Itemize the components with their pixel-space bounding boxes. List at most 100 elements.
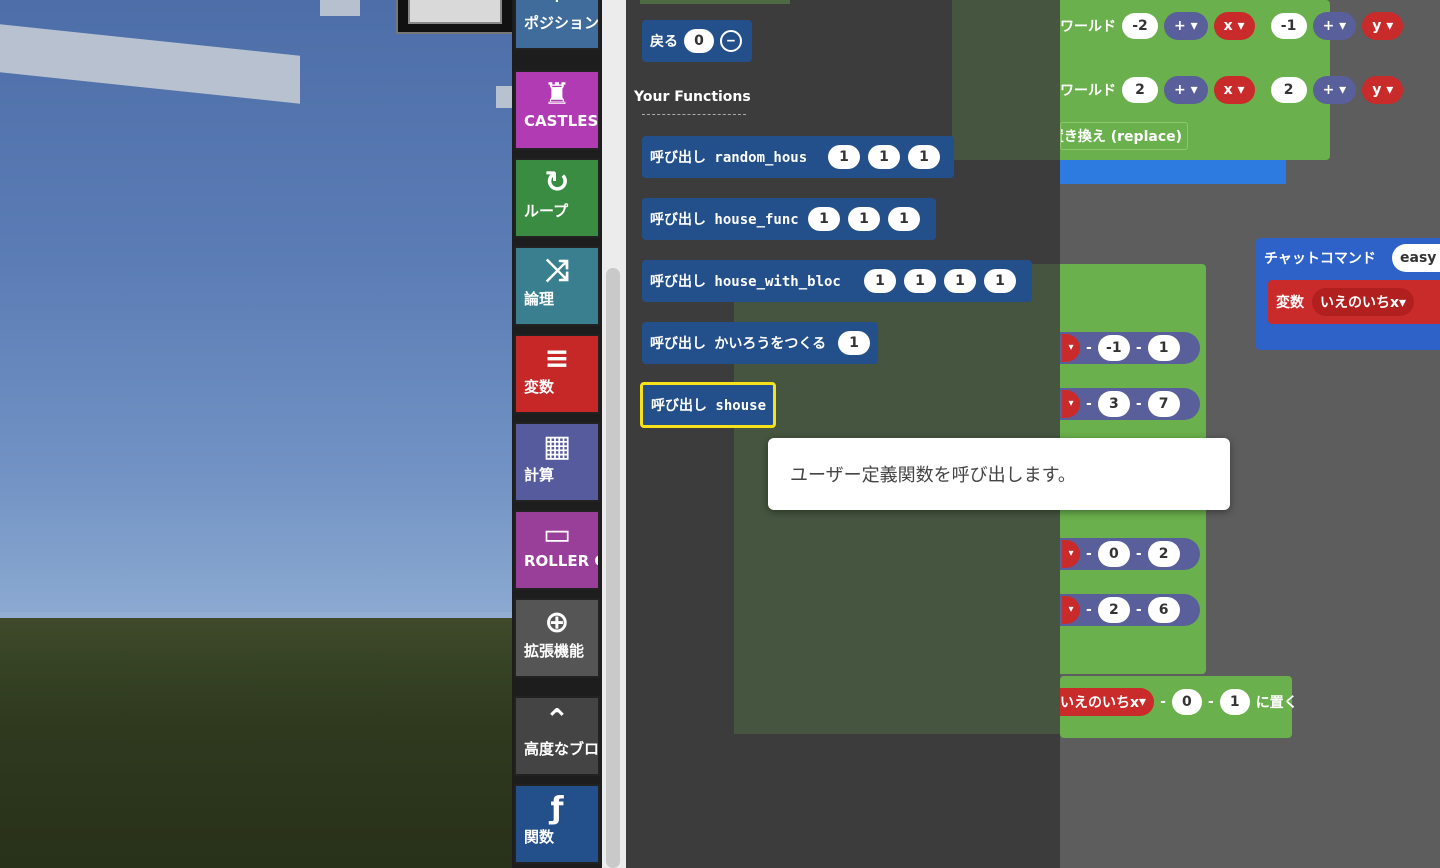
argument-input[interactable]: 1 bbox=[908, 145, 940, 169]
category-label: ROLLER C bbox=[524, 552, 600, 570]
ticket-icon: ▭ bbox=[542, 517, 572, 552]
call-function-block[interactable]: 呼び出し house_with_bloc 1 1 1 1 bbox=[642, 260, 1032, 302]
section-title: Your Functions bbox=[634, 89, 751, 105]
grass-ground bbox=[0, 618, 512, 868]
argument-input[interactable]: 1 bbox=[984, 269, 1016, 293]
mode-dropdown[interactable]: モード 置き換え (replace) bbox=[1060, 122, 1188, 150]
operator-dropdown[interactable]: + ▾ bbox=[1312, 76, 1357, 104]
workspace-canvas[interactable]: ワールド -2 + ▾ x ▾ -1 + ▾ y ▾ ワールド 2 + ▾ x … bbox=[940, 0, 1440, 868]
block-flyout bbox=[626, 0, 1060, 868]
category-5[interactable]: ▦ 計算 bbox=[514, 422, 600, 502]
var-dropdown[interactable]: いえのいちx ▾ bbox=[1050, 688, 1155, 716]
category-3[interactable]: ⤨ 論理 bbox=[514, 246, 600, 326]
argument-input[interactable]: 1 bbox=[888, 207, 920, 231]
category-1[interactable]: ♜ CASTLES bbox=[514, 70, 600, 150]
number-input[interactable]: -1 bbox=[1270, 13, 1307, 39]
category-label: ループ bbox=[524, 202, 569, 220]
number-input[interactable]: 3 bbox=[1097, 391, 1130, 417]
cloud bbox=[320, 0, 360, 16]
category-label: ポジション bbox=[524, 14, 600, 32]
position-row[interactable]: ▾ -2-6 bbox=[1060, 594, 1200, 626]
argument-input[interactable]: 1 bbox=[868, 145, 900, 169]
variable-dropdown[interactable]: いえのいちx▾ bbox=[1312, 288, 1415, 316]
var-dropdown[interactable]: y ▾ bbox=[1362, 12, 1404, 40]
position-row[interactable]: ▾ -0-2 bbox=[1060, 538, 1200, 570]
position-row[interactable]: ▾ -3-7 bbox=[1060, 388, 1200, 420]
category-toolbar: ⌖ ポジション ♜CASTLES ↻ ループ ⤨ 論理 ≡ 変数 ▦ 計算 ▭ROLLER C ⊕ 拡張機… bbox=[512, 0, 602, 868]
argument-input[interactable]: 1 bbox=[864, 269, 896, 293]
operator-dropdown[interactable]: + ▾ bbox=[1164, 76, 1208, 104]
calculator-icon: ▦ bbox=[542, 429, 572, 464]
world-label: ワールド bbox=[1060, 19, 1116, 35]
call-function-block[interactable]: 呼び出し random_hous 1 1 1 bbox=[642, 136, 954, 178]
category-label: 論理 bbox=[524, 290, 555, 308]
number-input[interactable]: 2 bbox=[1270, 77, 1307, 103]
number-input[interactable]: 2 bbox=[1122, 77, 1158, 103]
dropdown-caret[interactable]: ▾ bbox=[1062, 390, 1080, 418]
argument-input[interactable]: 1 bbox=[838, 331, 870, 355]
scrollbar-thumb[interactable] bbox=[606, 268, 620, 868]
category-label: 計算 bbox=[524, 466, 555, 484]
list-icon: ≡ bbox=[544, 341, 570, 376]
category-7[interactable]: ⊕ 拡張機能 bbox=[514, 598, 600, 678]
return-block[interactable]: 戻る 0 − bbox=[642, 20, 752, 62]
function-name: 呼び出し shouse bbox=[651, 398, 767, 414]
number-input[interactable]: 7 bbox=[1147, 391, 1180, 417]
shuffle-icon: ⤨ bbox=[545, 253, 569, 288]
call-function-block[interactable]: 呼び出し かいろうをつくる 1 bbox=[642, 322, 878, 364]
number-input[interactable]: -1 bbox=[1097, 335, 1130, 361]
var-dropdown[interactable]: y ▾ bbox=[1362, 76, 1404, 104]
number-input[interactable]: 1 bbox=[1219, 689, 1250, 715]
game-viewport bbox=[0, 0, 512, 868]
chat-command-input[interactable]: easy bbox=[1392, 244, 1440, 272]
number-input[interactable]: 1 bbox=[1147, 335, 1180, 361]
world-label: ワールド bbox=[1060, 83, 1116, 99]
chat-command-block[interactable]: チャットコマンド easy 変数 いえのいちx▾ bbox=[1256, 238, 1440, 350]
section-divider bbox=[642, 114, 746, 115]
loop-icon: ↻ bbox=[544, 165, 570, 200]
operator-dropdown[interactable]: + ▾ bbox=[1312, 12, 1357, 40]
category-6[interactable]: ▭ ROLLER C bbox=[514, 510, 600, 590]
minus-circle-icon[interactable]: − bbox=[720, 30, 742, 52]
world-row-2: ワールド 2 + ▾ x ▾ 2 + ▾ y ▾ bbox=[1060, 76, 1404, 104]
category-2[interactable]: ↻ ループ bbox=[514, 158, 600, 238]
number-input[interactable]: 6 bbox=[1147, 597, 1180, 623]
background-block-dim bbox=[952, 0, 1060, 160]
number-input[interactable]: -2 bbox=[1122, 13, 1158, 39]
function-name: 呼び出し house_func bbox=[650, 212, 799, 228]
cloud bbox=[496, 86, 512, 108]
operator-dropdown[interactable]: + ▾ bbox=[1164, 12, 1208, 40]
category-9[interactable]: ƒ 関数 bbox=[514, 784, 600, 864]
argument-input[interactable]: 1 bbox=[904, 269, 936, 293]
category-label: 関数 bbox=[524, 828, 555, 846]
category-4[interactable]: ≡ 変数 bbox=[514, 334, 600, 414]
number-input[interactable]: 2 bbox=[1097, 597, 1130, 623]
crosshair-icon: ⌖ bbox=[516, 0, 598, 12]
category-0[interactable]: ⌖ ポジション bbox=[514, 0, 600, 50]
dropdown-caret[interactable]: ▾ bbox=[1062, 334, 1080, 362]
number-input[interactable]: 2 bbox=[1147, 541, 1180, 567]
category-label: 高度なブロ bbox=[524, 740, 600, 758]
argument-input[interactable]: 1 bbox=[808, 207, 840, 231]
argument-input[interactable]: 1 bbox=[944, 269, 976, 293]
variable-label: 変数 bbox=[1276, 295, 1304, 311]
call-function-block[interactable]: 呼び出し shouse bbox=[640, 382, 776, 428]
number-input[interactable]: 0 bbox=[1097, 541, 1130, 567]
set-variable-block[interactable]: 変数 いえのいちx▾ bbox=[1268, 280, 1440, 324]
call-function-block[interactable]: 呼び出し house_func 1 1 1 bbox=[642, 198, 936, 240]
dropdown-caret[interactable]: ▾ bbox=[1062, 540, 1080, 568]
position-row[interactable]: ▾ - -1-1 bbox=[1060, 332, 1200, 364]
tooltip-text: ユーザー定義関数を呼び出します。 bbox=[790, 465, 1076, 486]
number-input[interactable]: 0 bbox=[1171, 689, 1202, 715]
plus-circle-icon: ⊕ bbox=[544, 605, 570, 640]
var-dropdown[interactable]: x ▾ bbox=[1213, 76, 1255, 104]
return-value-input[interactable]: 0 bbox=[684, 29, 714, 53]
place-row: いえのいちx ▾ - 0 - 1 に置く bbox=[1050, 688, 1298, 716]
var-dropdown[interactable]: x ▾ bbox=[1213, 12, 1255, 40]
category-8[interactable]: ⌃ 高度なブロ bbox=[514, 696, 600, 776]
argument-input[interactable]: 1 bbox=[828, 145, 860, 169]
category-label: CASTLES bbox=[524, 112, 599, 130]
argument-input[interactable]: 1 bbox=[848, 207, 880, 231]
function-icon: ƒ bbox=[550, 791, 564, 826]
dropdown-caret[interactable]: ▾ bbox=[1062, 596, 1080, 624]
